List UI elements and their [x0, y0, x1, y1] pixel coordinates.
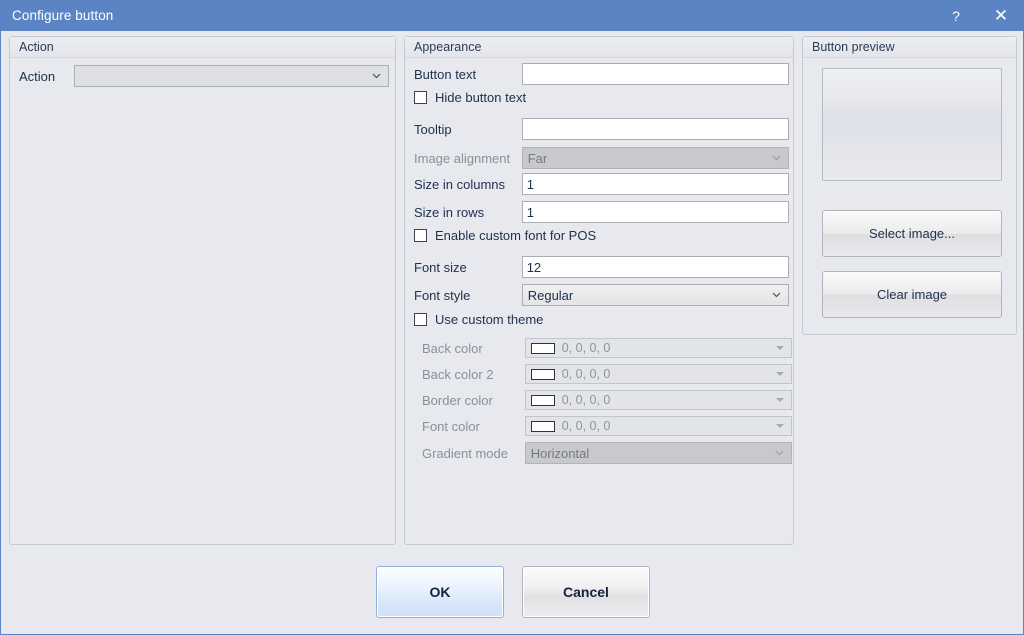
- button-preview-box: [822, 68, 1002, 181]
- chevron-down-icon: [772, 290, 781, 299]
- font-style-dropdown[interactable]: Regular: [522, 284, 789, 306]
- chevron-down-icon: [372, 71, 381, 80]
- size-in-rows-row: Size in rows 1: [414, 200, 789, 224]
- font-size-value: 12: [527, 260, 541, 275]
- action-group-panel: Action Action: [9, 36, 396, 545]
- hide-button-text-label: Hide button text: [435, 90, 526, 105]
- close-icon[interactable]: ✕: [977, 0, 1024, 31]
- tooltip-input[interactable]: [522, 118, 789, 140]
- border-color-swatch: [531, 395, 555, 406]
- back-color-swatch: [531, 343, 555, 354]
- button-preview-title: Button preview: [812, 40, 895, 54]
- use-custom-theme-checkbox-row[interactable]: Use custom theme: [414, 312, 543, 327]
- font-style-value: Regular: [528, 288, 574, 303]
- gradient-mode-value: Horizontal: [531, 446, 590, 461]
- size-in-rows-input[interactable]: 1: [522, 201, 789, 223]
- use-custom-theme-checkbox[interactable]: [414, 313, 427, 326]
- enable-custom-font-label: Enable custom font for POS: [435, 228, 596, 243]
- appearance-group-title: Appearance: [414, 40, 481, 54]
- size-in-columns-row: Size in columns 1: [414, 172, 789, 196]
- use-custom-theme-label: Use custom theme: [435, 312, 543, 327]
- back-color2-swatch: [531, 369, 555, 380]
- button-preview-panel: Button preview Select image... Clear ima…: [802, 36, 1017, 335]
- gradient-mode-dropdown: Horizontal: [525, 442, 792, 464]
- title-bar: Configure button ? ✕: [1, 0, 1024, 31]
- back-color2-picker: 0, 0, 0, 0: [525, 364, 792, 384]
- font-color-value: 0, 0, 0, 0: [562, 419, 611, 433]
- font-color-row: Font color 0, 0, 0, 0: [422, 415, 792, 437]
- size-in-columns-value: 1: [527, 177, 534, 192]
- image-alignment-value: Far: [528, 151, 548, 166]
- enable-custom-font-checkbox-row[interactable]: Enable custom font for POS: [414, 228, 596, 243]
- hide-button-text-checkbox-row[interactable]: Hide button text: [414, 90, 526, 105]
- size-in-rows-value: 1: [527, 205, 534, 220]
- image-alignment-label: Image alignment: [414, 151, 520, 166]
- image-alignment-dropdown: Far: [522, 147, 789, 169]
- chevron-down-icon: [776, 424, 784, 428]
- action-group-title: Action: [19, 40, 54, 54]
- chevron-down-icon: [776, 346, 784, 350]
- select-image-label: Select image...: [869, 226, 955, 241]
- border-color-label: Border color: [422, 393, 523, 408]
- cancel-button[interactable]: Cancel: [522, 566, 650, 618]
- configure-button-dialog: Configure button ? ✕ Action Action Appea…: [0, 0, 1024, 635]
- action-dropdown[interactable]: [74, 65, 389, 87]
- size-in-columns-label: Size in columns: [414, 177, 520, 192]
- ok-label: OK: [430, 584, 451, 600]
- size-in-columns-input[interactable]: 1: [522, 173, 789, 195]
- hide-button-text-checkbox[interactable]: [414, 91, 427, 104]
- font-style-row: Font style Regular: [414, 283, 789, 307]
- ok-button[interactable]: OK: [376, 566, 504, 618]
- back-color2-label: Back color 2: [422, 367, 523, 382]
- chevron-down-icon: [776, 372, 784, 376]
- chevron-down-icon: [775, 448, 784, 457]
- tooltip-label: Tooltip: [414, 122, 520, 137]
- back-color-row: Back color 0, 0, 0, 0: [422, 337, 792, 359]
- font-size-label: Font size: [414, 260, 520, 275]
- button-text-row: Button text: [414, 62, 789, 86]
- button-text-label: Button text: [414, 67, 520, 82]
- button-preview-header: Button preview: [803, 37, 1016, 58]
- back-color-picker: 0, 0, 0, 0: [525, 338, 792, 358]
- border-color-picker: 0, 0, 0, 0: [525, 390, 792, 410]
- chevron-down-icon: [772, 153, 781, 162]
- border-color-row: Border color 0, 0, 0, 0: [422, 389, 792, 411]
- font-size-row: Font size 12: [414, 255, 789, 279]
- size-in-rows-label: Size in rows: [414, 205, 520, 220]
- appearance-group-header: Appearance: [405, 37, 793, 58]
- font-color-swatch: [531, 421, 555, 432]
- help-icon[interactable]: ?: [935, 0, 977, 31]
- cancel-label: Cancel: [563, 584, 609, 600]
- appearance-group-panel: Appearance Button text Hide button text …: [404, 36, 794, 545]
- chevron-down-icon: [776, 398, 784, 402]
- action-label: Action: [19, 69, 64, 84]
- back-color2-value: 0, 0, 0, 0: [562, 367, 611, 381]
- font-color-picker: 0, 0, 0, 0: [525, 416, 792, 436]
- font-color-label: Font color: [422, 419, 523, 434]
- tooltip-row: Tooltip: [414, 117, 789, 141]
- border-color-value: 0, 0, 0, 0: [562, 393, 611, 407]
- action-group-header: Action: [10, 37, 395, 58]
- button-text-input[interactable]: [522, 63, 789, 85]
- enable-custom-font-checkbox[interactable]: [414, 229, 427, 242]
- back-color-label: Back color: [422, 341, 523, 356]
- select-image-button[interactable]: Select image...: [822, 210, 1002, 257]
- font-size-input[interactable]: 12: [522, 256, 789, 278]
- gradient-mode-row: Gradient mode Horizontal: [422, 441, 792, 465]
- window-title: Configure button: [12, 8, 113, 23]
- clear-image-button[interactable]: Clear image: [822, 271, 1002, 318]
- font-style-label: Font style: [414, 288, 520, 303]
- back-color2-row: Back color 2 0, 0, 0, 0: [422, 363, 792, 385]
- image-alignment-row: Image alignment Far: [414, 146, 789, 170]
- clear-image-label: Clear image: [877, 287, 947, 302]
- back-color-value: 0, 0, 0, 0: [562, 341, 611, 355]
- action-row: Action: [19, 63, 389, 89]
- gradient-mode-label: Gradient mode: [422, 446, 523, 461]
